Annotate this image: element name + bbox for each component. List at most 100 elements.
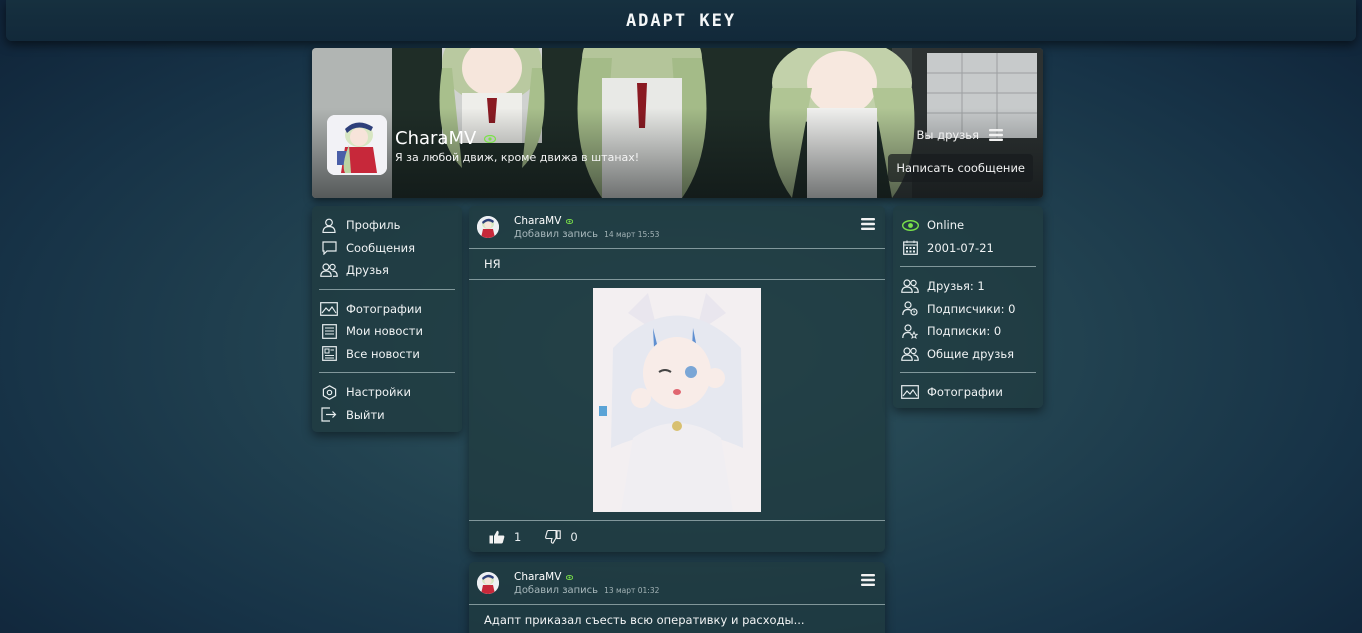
post-meta: Добавил запись 14 март 15:53 — [514, 229, 659, 240]
info-birthdate-label: 2001-07-21 — [927, 240, 994, 255]
followers-icon — [901, 300, 919, 318]
post-action: Добавил запись — [514, 229, 599, 240]
friends-icon — [901, 277, 919, 295]
info-photos[interactable]: Фотографии — [893, 381, 1043, 404]
post-author[interactable]: CharaMV — [514, 571, 561, 583]
info-online: Online — [893, 214, 1043, 237]
friend-state[interactable]: Вы друзья — [916, 128, 1003, 142]
all-news-icon — [320, 345, 338, 363]
menu-item-label: Профиль — [346, 218, 401, 233]
post-menu-button[interactable] — [861, 215, 875, 234]
info-followers-label: Подписчики: 0 — [927, 301, 1016, 316]
profile-status: Я за любой движ, кроме движа в штанах! — [395, 151, 640, 164]
menu-item-my-news[interactable]: Мои новости — [312, 320, 462, 343]
avatar-image — [327, 115, 387, 175]
post-header: CharaMV Добавил запись 14 март 15:53 — [469, 206, 885, 248]
mini-avatar-image — [477, 572, 499, 594]
post-menu-button[interactable] — [861, 571, 875, 590]
left-menu: Профиль Сообщения Друзья Фотографии Мои … — [312, 206, 462, 432]
like-count: 1 — [514, 530, 522, 544]
post-time: 14 март 15:53 — [604, 230, 660, 239]
post-image-wrap — [469, 280, 885, 520]
online-eye-icon — [484, 134, 497, 143]
post-action: Добавил запись — [514, 585, 599, 596]
info-friends[interactable]: Друзья: 1 — [893, 275, 1043, 298]
author-avatar[interactable] — [477, 216, 499, 238]
online-eye-icon — [566, 218, 574, 224]
post-author-row: CharaMV — [514, 571, 574, 583]
calendar-icon — [901, 239, 919, 257]
info-mutual-friends[interactable]: Общие друзья — [893, 343, 1043, 366]
user-icon — [320, 216, 338, 234]
menu-item-settings[interactable]: Настройки — [312, 381, 462, 404]
logout-icon — [320, 406, 338, 424]
menu-item-label: Выйти — [346, 407, 385, 422]
info-birthdate: 2001-07-21 — [893, 237, 1043, 260]
settings-icon — [320, 383, 338, 401]
post-author-row: CharaMV — [514, 215, 574, 227]
mutual-friends-icon — [901, 345, 919, 363]
friends-icon — [320, 261, 338, 279]
hamburger-menu-icon — [861, 574, 875, 586]
hamburger-menu-icon — [861, 218, 875, 230]
menu-item-label: Друзья — [346, 263, 389, 278]
menu-divider — [319, 288, 455, 290]
like-button[interactable]: 1 — [489, 530, 521, 544]
mini-avatar-image — [477, 216, 499, 238]
menu-item-profile[interactable]: Профиль — [312, 214, 462, 237]
post-image[interactable] — [593, 288, 761, 512]
dislike-button[interactable]: 0 — [545, 530, 578, 544]
menu-item-label: Мои новости — [346, 324, 423, 339]
send-message-button[interactable]: Написать сообщение — [888, 154, 1033, 182]
post-reactions: 1 0 — [469, 521, 885, 553]
photo-icon — [901, 383, 919, 401]
post-card: CharaMV Добавил запись 14 март 15:53 НЯ — [469, 206, 885, 552]
info-following-label: Подписки: 0 — [927, 324, 1002, 339]
author-avatar[interactable] — [477, 572, 499, 594]
following-icon — [901, 322, 919, 340]
info-divider — [900, 266, 1036, 267]
friend-state-label: Вы друзья — [916, 128, 980, 142]
info-following[interactable]: Подписки: 0 — [893, 320, 1043, 343]
menu-item-messages[interactable]: Сообщения — [312, 237, 462, 260]
thumbs-down-icon — [545, 530, 562, 544]
online-eye-icon — [566, 574, 574, 580]
menu-item-friends[interactable]: Друзья — [312, 259, 462, 282]
thumbs-up-icon — [489, 530, 505, 544]
site-logo[interactable]: ADAPT KEY — [626, 11, 736, 31]
hamburger-menu-icon[interactable] — [989, 129, 1003, 141]
right-info: Online 2001-07-21 Друзья: 1 Подписчики: … — [893, 206, 1043, 408]
eye-icon — [901, 216, 919, 234]
menu-item-all-news[interactable]: Все новости — [312, 343, 462, 366]
post-image-art — [593, 288, 761, 512]
profile-banner: CharaMV Я за любой движ, кроме движа в ш… — [312, 48, 1043, 198]
news-icon — [320, 322, 338, 340]
info-divider — [900, 372, 1036, 373]
menu-divider — [319, 372, 455, 373]
post-author[interactable]: CharaMV — [514, 215, 561, 227]
menu-item-label: Фотографии — [346, 301, 422, 316]
post-text: НЯ — [484, 257, 501, 271]
profile-avatar[interactable] — [327, 115, 387, 175]
dislike-count: 0 — [570, 530, 578, 544]
post-header: CharaMV Добавил запись 13 март 01:32 — [469, 562, 885, 604]
post-time: 13 март 01:32 — [604, 586, 660, 595]
post-card: CharaMV Добавил запись 13 март 01:32 Адап… — [469, 562, 885, 633]
info-photos-label: Фотографии — [927, 385, 1003, 400]
top-bar: ADAPT KEY — [6, 0, 1356, 41]
menu-item-label: Все новости — [346, 346, 420, 361]
profile-name: CharaMV — [395, 128, 477, 149]
photo-icon — [320, 300, 338, 318]
info-mutual-label: Общие друзья — [927, 346, 1015, 361]
chat-icon — [320, 239, 338, 257]
menu-item-photos[interactable]: Фотографии — [312, 298, 462, 321]
post-meta: Добавил запись 13 март 01:32 — [514, 585, 659, 596]
info-followers[interactable]: Подписчики: 0 — [893, 298, 1043, 321]
menu-item-logout[interactable]: Выйти — [312, 404, 462, 427]
menu-item-label: Настройки — [346, 385, 411, 400]
info-online-label: Online — [927, 218, 965, 233]
info-friends-label: Друзья: 1 — [927, 279, 985, 294]
post-text: Адапт приказал съесть всю оперативку и р… — [484, 613, 805, 627]
menu-item-label: Сообщения — [346, 240, 416, 255]
profile-name-row: CharaMV — [395, 128, 497, 149]
